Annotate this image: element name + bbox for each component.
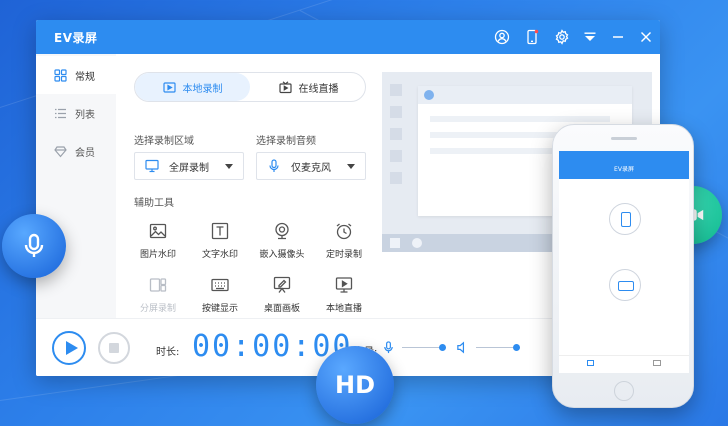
phone-app-title: EV录屏	[559, 161, 689, 179]
list-icon	[54, 107, 67, 120]
tool-desktop-board[interactable]: 桌面画板	[252, 276, 312, 320]
record-area-label: 选择录制区域	[134, 136, 194, 147]
phone-bottom-nav	[559, 355, 689, 373]
record-audio-value: 仅麦克风	[291, 162, 331, 174]
microphone-icon	[384, 341, 393, 354]
sidebar-item-label: 常规	[75, 71, 95, 83]
sidebar: 常规 列表 会员	[36, 54, 116, 342]
record-area-select[interactable]: 全屏录制	[134, 152, 244, 180]
tool-label: 桌面画板	[263, 304, 300, 314]
stop-record-button[interactable]	[98, 332, 130, 364]
gear-icon[interactable]	[552, 27, 572, 47]
tab-live-stream[interactable]: 在线直播	[251, 73, 365, 101]
tool-text-watermark[interactable]: 文字水印	[190, 222, 250, 266]
home-icon	[587, 360, 594, 366]
monitor-icon	[145, 159, 159, 173]
tab-label: 在线直播	[298, 83, 339, 95]
chevron-down-icon	[225, 164, 233, 169]
mic-volume-handle[interactable]	[438, 344, 446, 351]
phone-status-bar	[559, 151, 689, 161]
tool-label: 文字水印	[201, 250, 238, 260]
phone-landscape-record-icon	[609, 269, 641, 301]
microphone-icon	[269, 159, 279, 172]
tool-label: 按键显示	[201, 304, 238, 314]
text-icon	[211, 222, 229, 240]
record-audio-select[interactable]: 仅麦克风	[256, 152, 366, 180]
start-record-button[interactable]	[52, 331, 86, 365]
phone-screen: EV录屏	[559, 151, 689, 373]
tool-label: 本地直播	[325, 304, 362, 314]
sidebar-item-label: 会员	[75, 147, 95, 159]
tool-image-watermark[interactable]: 图片水印	[128, 222, 188, 266]
webcam-icon	[275, 222, 289, 240]
sidebar-item-list[interactable]: 列表	[36, 94, 116, 132]
preview-desktop-icon	[390, 172, 402, 184]
app-title: EV录屏	[54, 31, 98, 45]
sidebar-item-label: 列表	[75, 109, 95, 121]
preview-desktop-icon	[390, 106, 402, 118]
preview-desktop-icon	[390, 150, 402, 162]
tool-scheduled-record[interactable]: 定时录制	[314, 222, 374, 266]
grid-icon	[54, 68, 67, 82]
tools-label: 辅助工具	[134, 198, 174, 209]
microphone-badge	[2, 214, 66, 278]
keyboard-icon	[211, 278, 229, 292]
browser-logo-icon	[412, 238, 422, 248]
monitor-play-icon	[335, 277, 353, 293]
tool-label: 图片水印	[139, 250, 176, 260]
speaker-icon	[457, 341, 465, 354]
speaker-volume-handle[interactable]	[512, 344, 520, 351]
alarm-clock-icon	[336, 223, 352, 240]
windows-logo-icon	[390, 238, 400, 248]
phone-speaker	[611, 137, 637, 140]
tool-embed-webcam[interactable]: 嵌入摄像头	[252, 222, 312, 266]
record-audio-label: 选择录制音频	[256, 136, 316, 147]
title-bar: EV录屏	[36, 20, 660, 54]
close-icon[interactable]	[636, 27, 656, 47]
hd-badge: HD	[316, 346, 394, 424]
diamond-icon	[54, 145, 67, 158]
preview-desktop-icon	[390, 128, 402, 140]
preview-desktop-icon	[390, 84, 402, 96]
tool-split-screen[interactable]: 分屏录制	[128, 276, 188, 320]
phone-screen-record-icon	[609, 203, 641, 235]
dropdown-menu-icon[interactable]	[580, 27, 600, 47]
mode-tabs: 本地录制 在线直播	[134, 72, 366, 102]
tool-local-live[interactable]: 本地直播	[314, 276, 374, 320]
tool-label: 分屏录制	[139, 304, 176, 314]
microphone-icon	[24, 233, 44, 257]
tool-key-display[interactable]: 按键显示	[190, 276, 250, 320]
user-icon[interactable]	[492, 27, 512, 47]
phone-mockup: EV录屏	[552, 124, 694, 408]
tool-label: 嵌入摄像头	[259, 250, 305, 260]
phone-icon[interactable]	[522, 27, 542, 47]
split-screen-icon	[149, 278, 167, 292]
video-icon	[653, 360, 661, 366]
sidebar-item-member[interactable]: 会员	[36, 132, 116, 170]
drawing-board-icon	[273, 276, 291, 293]
image-icon	[149, 223, 167, 239]
minimize-icon[interactable]	[608, 27, 628, 47]
chevron-down-icon	[347, 164, 355, 169]
live-tv-icon	[278, 80, 292, 93]
browser-logo-icon	[424, 90, 434, 100]
duration-label: 时长:	[156, 347, 180, 358]
sidebar-item-general[interactable]: 常规	[36, 56, 116, 94]
local-record-icon	[162, 81, 176, 93]
tab-local-record[interactable]: 本地录制	[135, 73, 250, 101]
phone-home-button	[614, 381, 634, 401]
tab-label: 本地录制	[182, 83, 223, 95]
tool-label: 定时录制	[325, 250, 362, 260]
record-area-value: 全屏录制	[169, 162, 209, 174]
